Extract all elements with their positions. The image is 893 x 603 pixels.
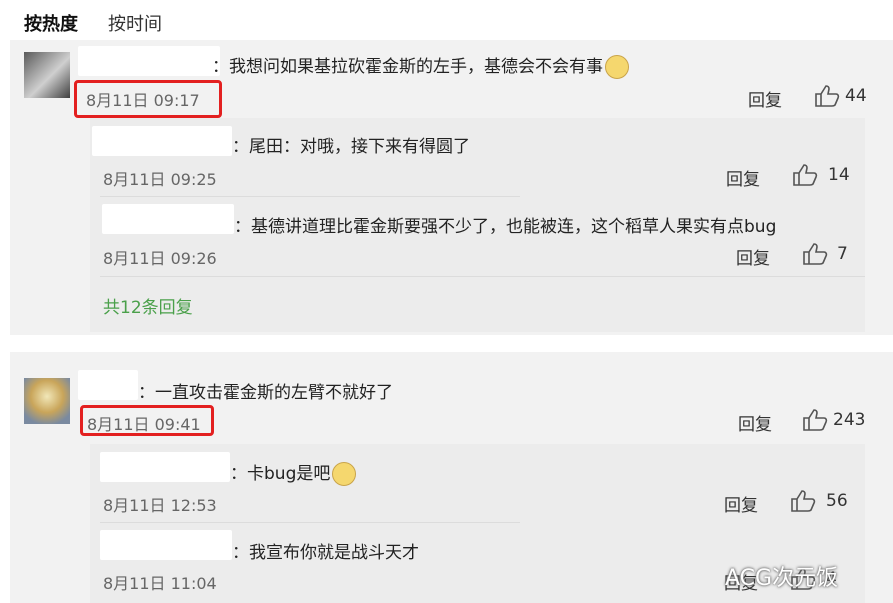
reply-time: 8月11日 12:53 [103,496,217,515]
like-count: 14 [828,165,850,185]
username-redacted [78,46,220,76]
reply-text: ：尾田：对哦，接下来有得圆了 [232,137,470,157]
thumbs-up-icon[interactable] [792,163,818,187]
tab-time[interactable]: 按时间 [108,10,162,36]
comment-time: 8月11日 09:17 [86,91,200,110]
tab-hot[interactable]: 按热度 [24,10,78,36]
reply-text: ：基德讲道理比霍金斯要强不少了，也能被连，这个稻草人果实有点bug [234,217,777,237]
username-redacted [102,204,234,234]
thumbs-up-icon[interactable] [790,489,816,513]
reply-button[interactable]: 回复 [726,165,760,190]
like-count: 44 [845,86,867,106]
view-more-replies-link[interactable]: 共12条回复 [103,293,193,318]
divider [100,196,520,197]
username-redacted [100,452,230,482]
avatar[interactable] [24,52,70,98]
emoji-icon [332,462,357,486]
reply-time: 8月11日 09:26 [103,249,217,268]
thumbs-up-icon[interactable] [802,408,828,432]
thumbs-up-icon[interactable] [802,242,828,266]
comment-text: ：一直攻击霍金斯的左臂不就好了 [138,383,393,403]
thumbs-up-icon[interactable] [814,84,840,108]
reply-button[interactable]: 回复 [748,86,782,111]
reply-time: 8月11日 09:25 [103,170,217,189]
divider [100,276,865,277]
watermark: ACG次元饭 [725,566,839,591]
reply-button[interactable]: 回复 [738,410,772,435]
reply-button[interactable]: 回复 [736,244,770,269]
reply-button[interactable]: 回复 [724,491,758,516]
sort-tabs: 按热度 按时间 [0,0,893,40]
avatar[interactable] [24,378,70,424]
separator [0,335,893,352]
reply-text: ：卡bug是吧 [230,459,357,486]
like-count: 243 [833,410,866,430]
divider [100,522,520,523]
comment-text: ：我想问如果基拉砍霍金斯的左手，基德会不会有事 [212,52,629,79]
comment-time: 8月11日 09:41 [87,415,201,434]
username-redacted [78,370,138,400]
emoji-icon [605,55,629,79]
reply-time: 8月11日 11:04 [103,574,217,593]
like-count: 56 [826,491,848,511]
reply-text: ：我宣布你就是战斗天才 [232,543,419,563]
username-redacted [100,530,232,560]
username-redacted [92,126,232,156]
like-count: 7 [837,244,848,264]
